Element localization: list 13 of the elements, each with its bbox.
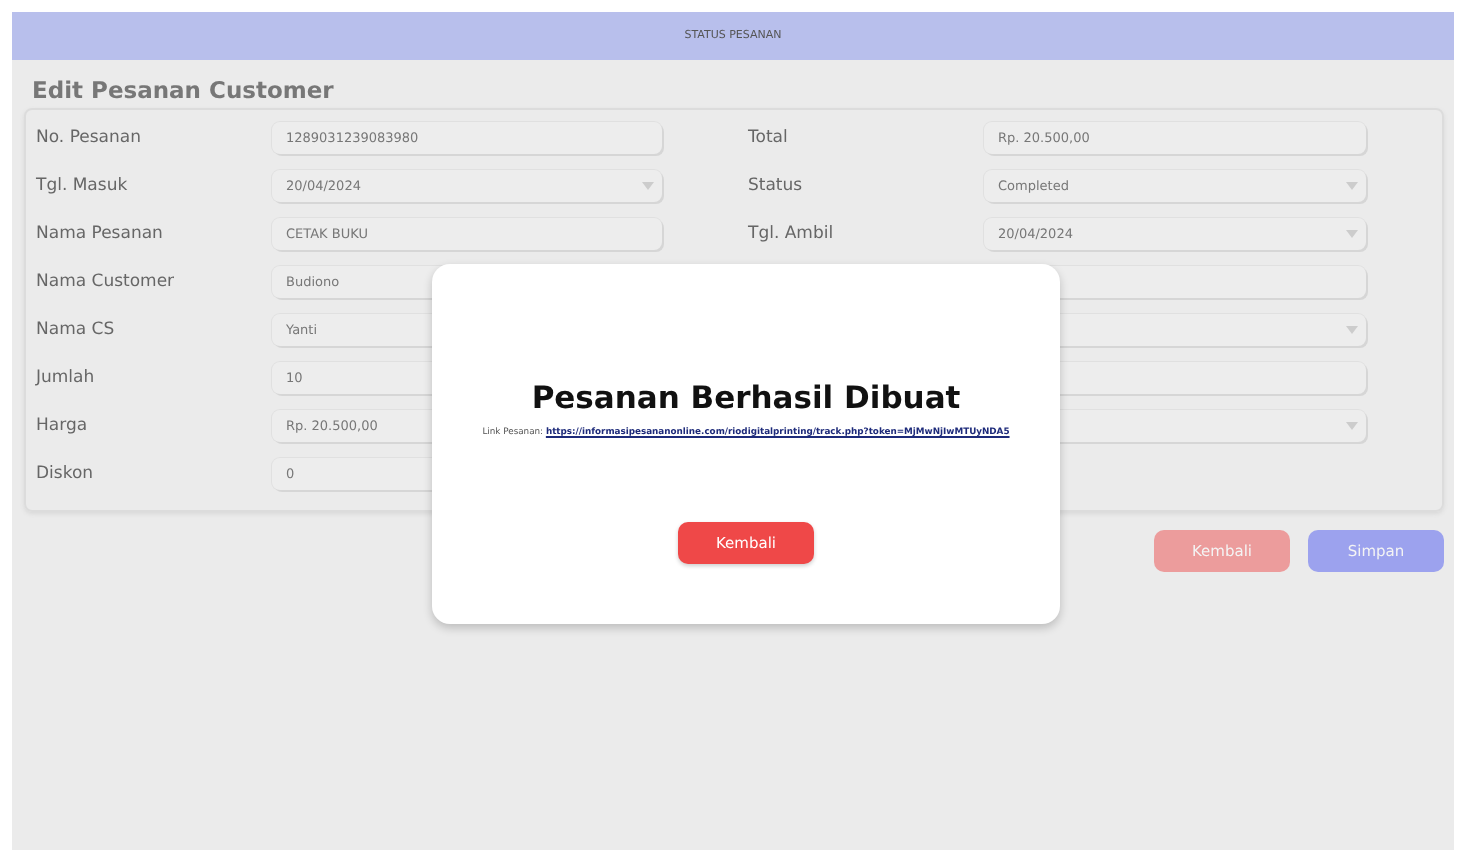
field-label: Harga	[36, 416, 90, 436]
field-label: Status	[748, 176, 805, 196]
field-label: Tgl. Ambil	[748, 224, 836, 244]
field-label: Tgl. Masuk	[36, 176, 130, 196]
field-label: Nama Customer	[36, 272, 177, 292]
field-label: No. Pesanan	[36, 128, 143, 148]
field-label: Total	[748, 128, 790, 148]
modal-title: Pesanan Berhasil Dibuat	[531, 380, 961, 416]
field-label: Nama CS	[36, 320, 117, 340]
field-label: Diskon	[36, 464, 96, 484]
form-title: Edit Pesanan Customer	[30, 74, 336, 108]
field-label: Jumlah	[36, 368, 97, 388]
field-label: Nama Pesanan	[36, 224, 165, 244]
